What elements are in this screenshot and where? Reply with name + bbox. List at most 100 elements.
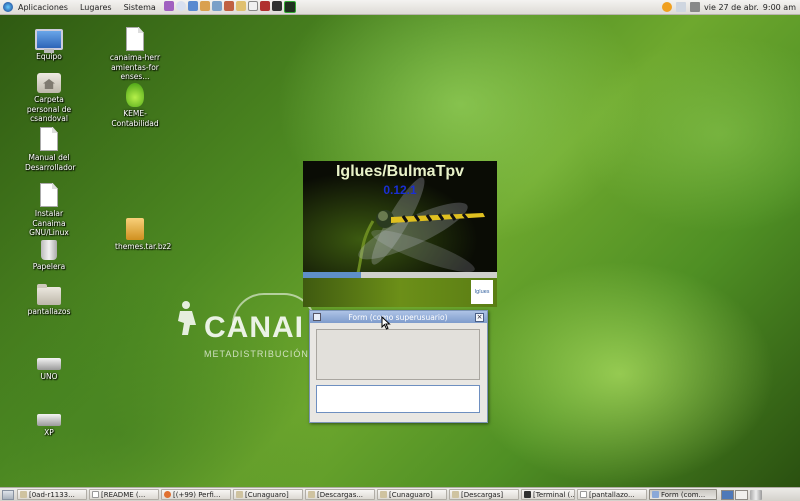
taskbar-item-label: [Terminal (... — [533, 490, 575, 499]
taskbar-item[interactable]: [Cunaguaro] — [233, 489, 303, 500]
taskbar-item[interactable]: [Descargas] — [449, 489, 519, 500]
desktop-icon-label: canaima-herramientas-forenses... — [109, 53, 161, 81]
text-editor-icon[interactable] — [247, 1, 258, 11]
form-titlebar[interactable]: Form (como superusuario) × — [310, 311, 487, 323]
desktop-icon-label: Carpeta personal de csandoval — [26, 95, 72, 123]
folder-icon — [236, 491, 243, 498]
taskbar-item-label: [Cunaguaro] — [389, 490, 433, 499]
workspace-switcher — [721, 489, 748, 500]
folder-icon — [380, 491, 387, 498]
clock-time[interactable]: 9:00 am — [763, 3, 796, 12]
help-icon[interactable] — [163, 1, 174, 11]
desktop-icon-label: Equipo — [36, 52, 62, 61]
media-icon[interactable] — [259, 1, 270, 11]
close-button[interactable]: × — [475, 312, 484, 322]
taskbar-item[interactable]: [Descargas... — [305, 489, 375, 500]
home-folder-icon — [37, 73, 61, 93]
document-icon — [40, 127, 58, 151]
taskbar-item[interactable]: [pantallazo... — [577, 489, 647, 500]
canaima-logo-text: CANAI — [204, 311, 304, 344]
volume-icon[interactable] — [690, 2, 701, 12]
graphics-icon[interactable] — [223, 1, 234, 11]
desktop-icon-herramientas-forenses[interactable]: canaima-herramientas-forenses... — [103, 27, 167, 82]
window-icon — [652, 491, 659, 498]
distro-menu-icon[interactable] — [3, 2, 13, 12]
trash-icon — [41, 240, 57, 260]
folder-icon — [20, 491, 27, 498]
drive-icon — [37, 414, 61, 426]
taskbar-item[interactable]: [0ad-r1133... — [17, 489, 87, 500]
desktop-icon-uno[interactable]: UNO — [17, 348, 81, 382]
desktop-icon-themes-archive[interactable]: themes.tar.bz2 — [103, 218, 171, 252]
form-text-input[interactable] — [316, 385, 480, 413]
office-icon[interactable] — [235, 1, 246, 11]
taskbar-item[interactable]: [Terminal (... — [521, 489, 575, 500]
users-icon[interactable] — [199, 1, 210, 11]
trash-applet-icon[interactable] — [750, 489, 762, 500]
mouse-cursor-icon — [381, 316, 391, 330]
taskbar-item-label: [0ad-r1133... — [29, 490, 75, 499]
taskbar-item[interactable]: [Cunaguaro] — [377, 489, 447, 500]
network-status-icon[interactable] — [676, 2, 687, 12]
desktop-icon-papelera[interactable]: Papelera — [17, 236, 81, 272]
folder-icon — [452, 491, 459, 498]
form-dialog: Form (como superusuario) × — [309, 310, 488, 423]
browser-icon[interactable] — [175, 1, 186, 11]
workspace-2[interactable] — [735, 489, 748, 500]
desktop-icon-label: Papelera — [32, 262, 66, 271]
splash-version: 0.12.1 — [383, 183, 417, 197]
monitor-icon[interactable] — [283, 1, 296, 13]
archive-icon — [126, 218, 144, 240]
taskbar-item-label: Form (com... — [661, 490, 706, 499]
desktop-icon-keme[interactable]: KEME-Contabilidad — [103, 83, 167, 128]
document-icon — [126, 27, 144, 51]
desktop-icon-label: KEME-Contabilidad — [111, 109, 159, 128]
update-icon[interactable] — [662, 2, 673, 12]
desktop-icon-equipo[interactable]: Equipo — [17, 25, 81, 62]
chat-icon[interactable] — [211, 1, 222, 11]
taskbar-item[interactable]: [(+99) Perfi... — [161, 489, 231, 500]
window-menu-icon[interactable] — [313, 313, 321, 321]
image-icon — [580, 491, 587, 498]
menu-lugares[interactable]: Lugares — [74, 3, 118, 12]
taskbar-item-label: [Descargas] — [461, 490, 504, 499]
show-desktop-button[interactable] — [2, 489, 14, 500]
taskbar-item-label: [(+99) Perfi... — [173, 490, 221, 499]
taskbar-item-label: [Cunaguaro] — [245, 490, 289, 499]
canaima-person-icon — [178, 301, 196, 335]
keme-icon — [126, 83, 144, 107]
workspace-1[interactable] — [721, 489, 734, 500]
taskbar-item[interactable]: [README (... — [89, 489, 159, 500]
taskbar-item-active[interactable]: Form (com... — [649, 489, 717, 500]
network-icon[interactable] — [187, 1, 198, 11]
desktop-icon-home[interactable]: Carpeta personal de csandoval — [17, 69, 81, 124]
canaima-logo-subtitle: METADISTRIBUCIÓN G — [204, 349, 321, 359]
folder-icon — [308, 491, 315, 498]
drive-icon — [37, 358, 61, 370]
taskbar-item-label: [pantallazo... — [589, 490, 635, 499]
desktop-icon-pantallazos[interactable]: pantallazos — [17, 281, 81, 317]
launcher-bar — [163, 1, 296, 13]
document-icon — [40, 183, 58, 207]
splash-title: Iglues/BulmaTpv — [335, 163, 465, 180]
document-icon — [92, 491, 99, 498]
form-content-panel — [316, 329, 480, 380]
splash-footer: Iglues — [303, 278, 497, 307]
taskbar-item-label: [Descargas... — [317, 490, 364, 499]
terminal-icon[interactable] — [271, 1, 282, 11]
desktop-icon-label: UNO — [40, 372, 58, 381]
folder-icon — [37, 284, 61, 305]
desktop-icon-manual[interactable]: Manual del Desarrollador — [17, 127, 81, 172]
desktop-icon-instalar[interactable]: Instalar Canaima GNU/Linux — [17, 183, 81, 238]
form-title: Form (como superusuario) — [348, 312, 448, 322]
desktop-icon-xp[interactable]: XP — [17, 404, 81, 438]
clock-date[interactable]: vie 27 de abr. — [704, 3, 759, 12]
bottom-panel: [0ad-r1133... [README (... [(+99) Perfi.… — [0, 487, 800, 501]
desktop-icon-label: pantallazos — [27, 307, 71, 316]
desktop-icon-label: XP — [44, 428, 54, 437]
top-panel: Aplicaciones Lugares Sistema vie 27 de a… — [0, 0, 800, 15]
computer-icon — [35, 29, 63, 53]
iglues-logo: Iglues — [471, 280, 493, 304]
desktop-icon-label: Instalar Canaima GNU/Linux — [29, 209, 69, 237]
menu-sistema[interactable]: Sistema — [118, 3, 162, 12]
